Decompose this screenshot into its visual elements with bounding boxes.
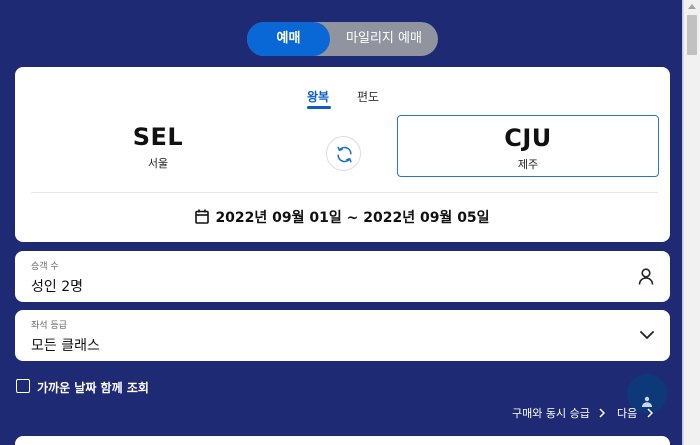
origin-code: SEL: [132, 123, 184, 151]
nearby-dates-checkbox[interactable]: [16, 379, 30, 393]
upgrade-link-label: 구매와 동시 승급: [512, 407, 590, 420]
vertical-scrollbar[interactable]: [683, 0, 700, 445]
chevron-right-icon: [647, 408, 653, 418]
passenger-value: 성인 2명: [31, 279, 83, 295]
destination-airport-button[interactable]: CJU 제주: [397, 115, 659, 177]
seat-class-field[interactable]: 좌석 등급 모든 클래스: [15, 310, 670, 361]
destination-code: CJU: [504, 124, 552, 152]
origin-city: 서울: [147, 157, 169, 170]
nearby-dates-label: 가까운 날짜 함께 조회: [37, 381, 149, 395]
next-link-label: 다음: [617, 407, 638, 420]
scroll-up-icon[interactable]: [688, 4, 696, 9]
seat-class-value: 모든 클래스: [31, 338, 100, 354]
scroll-thumb[interactable]: [687, 15, 697, 55]
chevron-right-icon: [599, 408, 606, 418]
calendar-icon: [195, 209, 210, 224]
date-range-text: 2022년 09월 01일 ~ 2022년 09월 05일: [215, 210, 490, 226]
tab-booking[interactable]: 예매: [247, 22, 330, 56]
person-icon: [638, 268, 654, 285]
upgrade-link[interactable]: 구매와 동시 승급: [512, 405, 606, 421]
route-card: 왕복 편도 SEL 서울 CJU 제주 2022년 09월 01일 ~ 2022…: [15, 67, 670, 242]
swap-arrows-icon: [337, 146, 352, 163]
booking-type-toggle: 예매 마일리지 예매: [247, 22, 438, 56]
swap-route-button[interactable]: [326, 136, 361, 171]
tab-mileage-booking[interactable]: 마일리지 예매: [330, 22, 438, 56]
destination-city: 제주: [517, 158, 539, 171]
booking-panel: 예매 마일리지 예매 왕복 편도 SEL 서울 CJU 제주 2022년 09월…: [0, 0, 683, 445]
trip-tab-round-trip[interactable]: 왕복: [307, 88, 329, 105]
date-range-button[interactable]: 2022년 09월 01일 ~ 2022년 09월 05일: [15, 207, 670, 227]
divider: [31, 192, 658, 193]
trip-tab-one-way[interactable]: 편도: [357, 88, 379, 105]
chevron-down-icon: [640, 331, 654, 339]
trip-tab-underline: [307, 106, 331, 109]
seat-class-label: 좌석 등급: [31, 321, 67, 331]
passenger-field[interactable]: 승객 수 성인 2명: [15, 251, 670, 302]
origin-airport-button[interactable]: SEL 서울: [27, 115, 289, 177]
next-link[interactable]: 다음: [617, 405, 653, 421]
passenger-label: 승객 수: [31, 262, 59, 272]
next-section-card: [15, 436, 670, 445]
